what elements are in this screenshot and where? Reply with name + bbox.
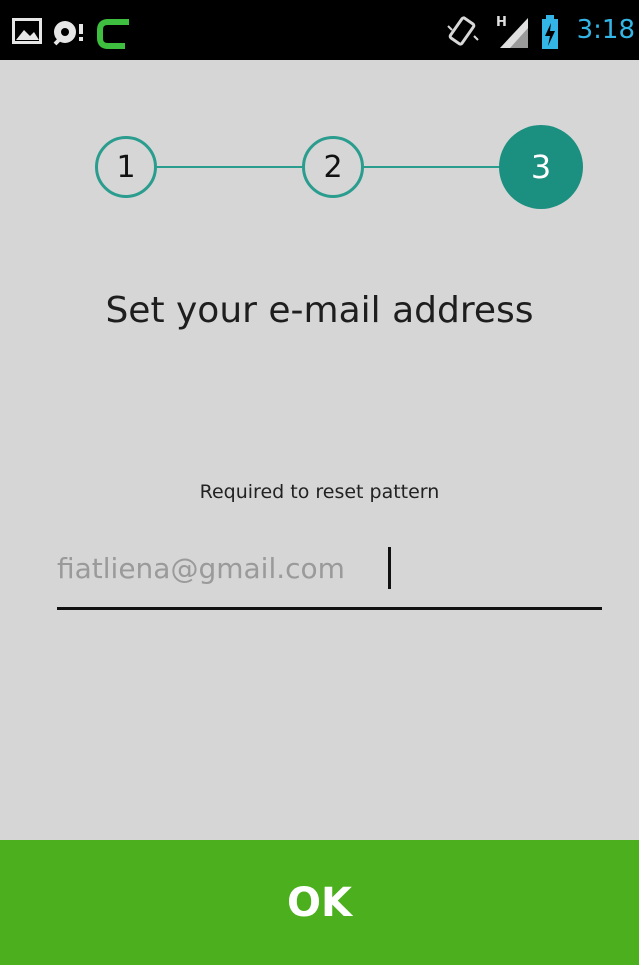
helper-text: Required to reset pattern [199,481,440,503]
battery-charging-icon [542,15,558,49]
email-field-wrapper [57,540,602,610]
status-bar: H 3:18 [0,0,639,60]
email-field[interactable] [57,552,602,585]
step-3-active: 3 [499,125,583,209]
ok-button[interactable]: OK [0,840,639,965]
stepper-connector [363,166,501,168]
step-2: 2 [302,136,364,198]
status-time: 3:18 [576,15,635,45]
progress-stepper: 1 2 3 [0,100,639,240]
vibrate-icon [447,16,479,46]
step-1: 1 [95,136,157,198]
app-c-icon [97,19,129,49]
stepper-connector [156,166,302,168]
screen: H 3:18 1 2 3 Set your e-mail address Req… [0,0,639,965]
text-cursor [388,547,391,589]
gallery-icon [12,18,42,44]
signal-h-icon: H [496,15,528,48]
page-title: Set your e-mail address [105,290,534,331]
sync-notification-icon [53,21,83,46]
svg-text:H: H [496,15,507,30]
